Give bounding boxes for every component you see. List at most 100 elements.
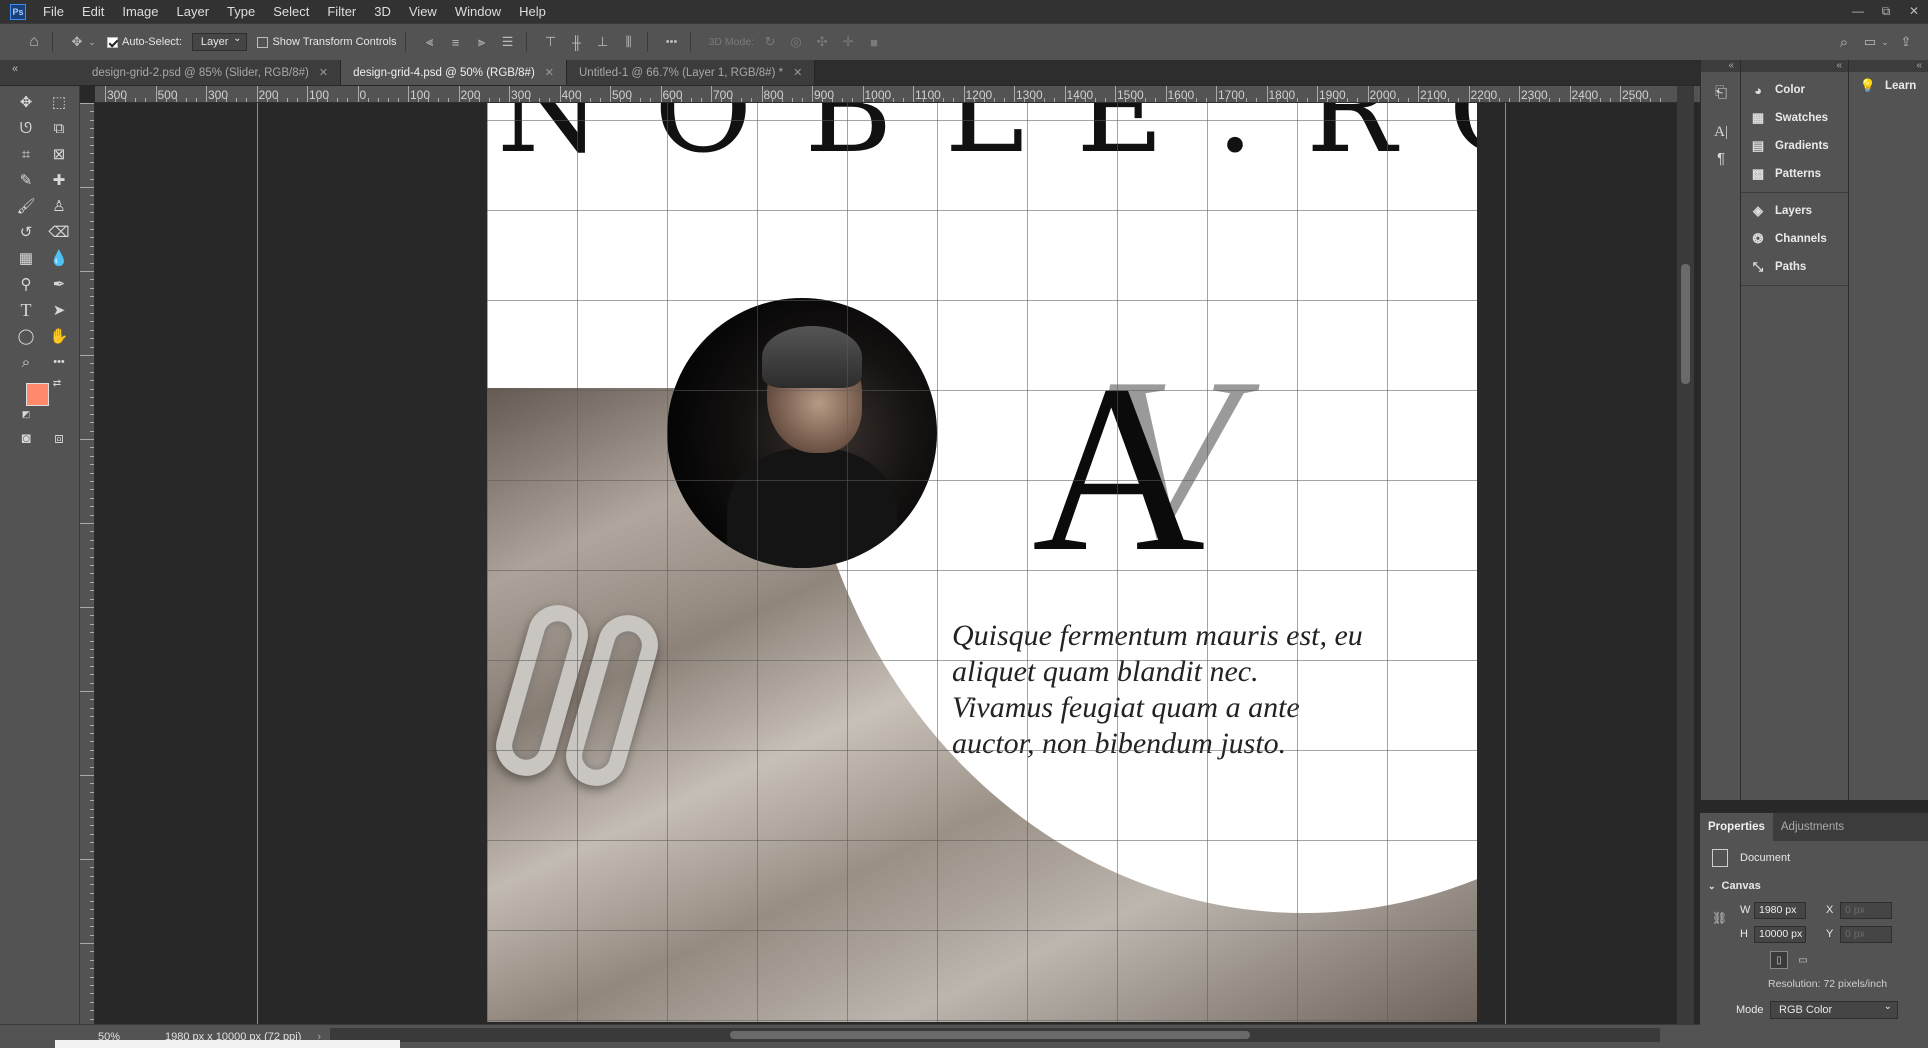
document-canvas[interactable]: NOBLE.RO V A Quisque fermentum mauris es… <box>487 103 1477 1022</box>
paragraph-panel-icon[interactable]: ¶ <box>1707 146 1735 170</box>
collapse-panels-icon[interactable]: « <box>1741 60 1848 72</box>
tab-design-grid-4[interactable]: design-grid-4.psd @ 50% (RGB/8#) ✕ <box>341 60 567 85</box>
gradient-tool-icon[interactable]: ▦ <box>12 246 40 270</box>
move-tool-icon[interactable]: ✥ <box>67 32 87 52</box>
tab-adjustments[interactable]: Adjustments <box>1773 813 1852 841</box>
path-selection-tool-icon[interactable]: ➤ <box>45 298 73 322</box>
menu-filter[interactable]: Filter <box>318 0 365 23</box>
blur-tool-icon[interactable]: 💧 <box>45 246 73 270</box>
restore-button[interactable]: ⧉ <box>1872 4 1900 19</box>
guide-right[interactable] <box>1505 103 1506 1024</box>
mode-dropdown[interactable]: RGB Color <box>1770 1001 1898 1019</box>
menu-layer[interactable]: Layer <box>168 0 219 23</box>
foreground-color-swatch[interactable] <box>26 383 49 406</box>
tab-design-grid-2[interactable]: design-grid-2.psd @ 85% (Slider, RGB/8#)… <box>80 60 342 85</box>
portrait-orientation-icon[interactable]: ▯ <box>1770 951 1788 969</box>
history-panel-icon[interactable]: ⎗ <box>1707 80 1735 104</box>
collapse-panels-icon[interactable]: « <box>1849 60 1928 72</box>
panel-paths[interactable]: ⤡ Paths <box>1741 253 1848 281</box>
workspace-icon[interactable]: ▭ <box>1860 32 1880 52</box>
more-tools-icon[interactable]: ••• <box>45 350 73 374</box>
menu-3d[interactable]: 3D <box>365 0 400 23</box>
quick-mask-icon[interactable]: ◙ <box>12 426 40 450</box>
screen-mode-icon[interactable]: ⧈ <box>45 426 73 450</box>
distribute-icon[interactable]: ⫼ <box>619 32 639 52</box>
panel-gradients[interactable]: ▤ Gradients <box>1741 132 1848 160</box>
3d-pan-icon[interactable]: ✣ <box>812 32 832 52</box>
menu-help[interactable]: Help <box>510 0 555 23</box>
3d-roll-icon[interactable]: ◎ <box>786 32 806 52</box>
close-icon[interactable]: ✕ <box>545 66 554 79</box>
3d-slide-icon[interactable]: ✛ <box>838 32 858 52</box>
pen-tool-icon[interactable]: ✒ <box>45 272 73 296</box>
align-left-icon[interactable]: ⫷ <box>420 32 440 52</box>
horizontal-scrollbar[interactable] <box>330 1028 1660 1042</box>
share-icon[interactable]: ⇪ <box>1896 32 1916 52</box>
auto-select-check-icon[interactable] <box>107 36 118 48</box>
close-button[interactable]: ✕ <box>1900 4 1928 19</box>
scroll-thumb[interactable] <box>1681 264 1690 384</box>
close-icon[interactable]: ✕ <box>319 66 328 79</box>
more-options-button[interactable]: ••• <box>662 32 682 52</box>
hand-tool-icon[interactable]: ✋ <box>45 324 73 348</box>
collapse-toolbar-icon[interactable]: « <box>0 60 80 85</box>
crop-tool-icon[interactable]: ⌗ <box>12 142 40 166</box>
close-icon[interactable]: ✕ <box>793 66 802 79</box>
object-select-tool-icon[interactable]: ⧉ <box>45 116 73 140</box>
guide-left[interactable] <box>257 103 258 1024</box>
3d-camera-icon[interactable]: ■ <box>864 32 884 52</box>
workspace-chevron-icon[interactable]: ⌄ <box>1880 32 1890 52</box>
link-dimensions-icon[interactable]: ⛓ <box>1712 911 1727 925</box>
zoom-tool-icon[interactable]: ⌕ <box>12 350 40 374</box>
menu-edit[interactable]: Edit <box>73 0 113 23</box>
show-transform-checkbox[interactable]: Show Transform Controls <box>257 36 397 48</box>
menu-window[interactable]: Window <box>446 0 510 23</box>
align-center-h-icon[interactable]: ≡ <box>446 32 466 52</box>
lasso-tool-icon[interactable]: ᘎ <box>12 116 40 140</box>
collapse-panels-icon[interactable]: « <box>1701 60 1740 72</box>
eyedropper-tool-icon[interactable]: ✎ <box>12 168 40 192</box>
menu-type[interactable]: Type <box>218 0 264 23</box>
character-panel-icon[interactable]: A| <box>1707 120 1735 144</box>
width-field[interactable]: 1980 px <box>1754 901 1806 919</box>
frame-tool-icon[interactable]: ⊠ <box>45 142 73 166</box>
menu-select[interactable]: Select <box>264 0 318 23</box>
auto-select-checkbox[interactable]: Auto-Select: <box>107 36 182 48</box>
panel-channels[interactable]: ❂ Channels <box>1741 225 1848 253</box>
healing-brush-tool-icon[interactable]: ✚ <box>45 168 73 192</box>
search-icon[interactable]: ⌕ <box>1834 32 1854 52</box>
chevron-down-icon[interactable]: ⌄ <box>1708 881 1716 892</box>
ellipse-tool-icon[interactable]: ◯ <box>12 324 40 348</box>
home-icon[interactable]: ⌂ <box>24 32 44 52</box>
vertical-scrollbar[interactable] <box>1677 86 1694 1024</box>
panel-layers[interactable]: ◈ Layers <box>1741 197 1848 225</box>
panel-color[interactable]: ◕ Color <box>1741 76 1848 104</box>
menu-view[interactable]: View <box>400 0 446 23</box>
3d-orbit-icon[interactable]: ↻ <box>760 32 780 52</box>
marquee-tool-icon[interactable]: ⬚ <box>45 90 73 114</box>
height-field[interactable]: 10000 px <box>1754 925 1806 943</box>
align-middle-v-icon[interactable]: ╫ <box>567 32 587 52</box>
type-tool-icon[interactable]: T <box>12 298 40 322</box>
panel-learn[interactable]: 💡 Learn <box>1849 72 1928 100</box>
y-field[interactable]: 0 px <box>1840 925 1892 943</box>
canvas-workarea[interactable]: NOBLE.RO V A Quisque fermentum mauris es… <box>95 103 1677 1024</box>
show-transform-check-icon[interactable] <box>257 36 269 48</box>
brush-tool-icon[interactable]: 🖌 <box>12 194 40 218</box>
menu-file[interactable]: File <box>34 0 73 23</box>
tool-preset-chevron-icon[interactable]: ⌄ <box>87 32 97 52</box>
swap-colors-icon[interactable]: ⇄ <box>50 376 64 390</box>
menu-image[interactable]: Image <box>113 0 167 23</box>
clone-stamp-tool-icon[interactable]: ♙ <box>45 194 73 218</box>
landscape-orientation-icon[interactable]: ▭ <box>1794 951 1812 969</box>
eraser-tool-icon[interactable]: ⌫ <box>45 220 73 244</box>
align-bottom-icon[interactable]: ⊥ <box>593 32 613 52</box>
dodge-tool-icon[interactable]: ⚲ <box>12 272 40 296</box>
default-colors-icon[interactable]: ◩ <box>20 408 32 420</box>
align-top-icon[interactable]: ⊤ <box>541 32 561 52</box>
panel-swatches[interactable]: ▦ Swatches <box>1741 104 1848 132</box>
tab-untitled-1[interactable]: Untitled-1 @ 66.7% (Layer 1, RGB/8#) * ✕ <box>567 60 816 85</box>
auto-select-target-dropdown[interactable]: Layer <box>191 33 248 51</box>
scroll-thumb[interactable] <box>730 1031 1250 1039</box>
x-field[interactable]: 0 px <box>1840 901 1892 919</box>
